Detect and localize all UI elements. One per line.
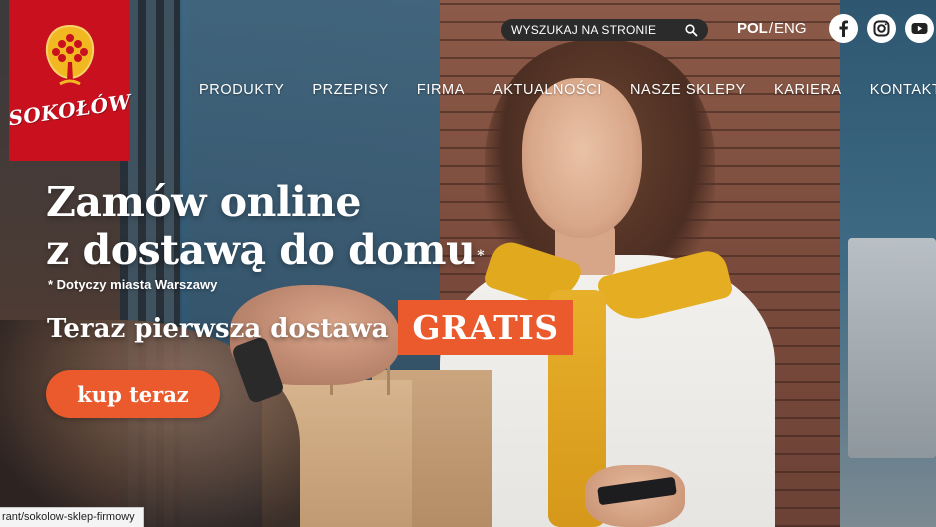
facebook-icon[interactable] xyxy=(829,14,858,43)
nav-item-aktualnosci[interactable]: AKTUALNOŚCI xyxy=(493,82,602,102)
promo-text: Teraz pierwsza dostawa xyxy=(47,314,389,344)
brand-logo[interactable]: SOKOŁÓW xyxy=(6,0,133,161)
youtube-icon[interactable] xyxy=(905,14,934,43)
nav-item-kontakt[interactable]: KONTAKT xyxy=(870,82,936,102)
language-switcher: POL / ENG xyxy=(737,20,807,37)
gratis-badge: GRATIS xyxy=(398,300,573,355)
photo-woman-face xyxy=(522,78,642,238)
buy-now-button[interactable]: kup teraz xyxy=(46,370,220,418)
search-bar[interactable]: WYSZUKAJ NA STRONIE xyxy=(501,19,708,41)
brand-logo-text: SOKOŁÓW xyxy=(6,89,133,131)
headline-asterisk: * xyxy=(477,248,485,264)
language-eng[interactable]: ENG xyxy=(774,20,807,37)
hero-banner: SOKOŁÓW WYSZUKAJ NA STRONIE POL / ENG PR… xyxy=(0,0,936,527)
language-pol[interactable]: POL xyxy=(737,20,768,37)
background-intercom xyxy=(848,238,936,458)
nav-item-firma[interactable]: FIRMA xyxy=(417,82,465,102)
nav-item-kariera[interactable]: KARIERA xyxy=(774,82,842,102)
nav-item-nasze-sklepy[interactable]: NASZE SKLEPY xyxy=(630,82,746,102)
instagram-icon[interactable] xyxy=(867,14,896,43)
language-separator: / xyxy=(768,20,774,37)
search-input[interactable]: WYSZUKAJ NA STRONIE xyxy=(511,23,684,37)
status-bar-url: rant/sokolow-sklep-firmowy xyxy=(0,507,144,527)
tree-emblem-icon xyxy=(45,24,94,86)
headline-line-2-text: z dostawą do domu xyxy=(46,226,476,274)
nav-item-produkty[interactable]: PRODUKTY xyxy=(199,82,284,102)
search-icon[interactable] xyxy=(684,23,698,37)
hero-headline: Zamów online z dostawą do domu * xyxy=(46,178,485,274)
nav-item-przepisy[interactable]: PRZEPISY xyxy=(312,82,389,102)
delivery-note: * Dotyczy miasta Warszawy xyxy=(48,277,218,292)
headline-line-1: Zamów online xyxy=(46,178,362,226)
headline-line-2: z dostawą do domu * xyxy=(46,226,485,274)
main-navigation: PRODUKTY PRZEPISY FIRMA AKTUALNOŚCI NASZ… xyxy=(199,82,936,102)
